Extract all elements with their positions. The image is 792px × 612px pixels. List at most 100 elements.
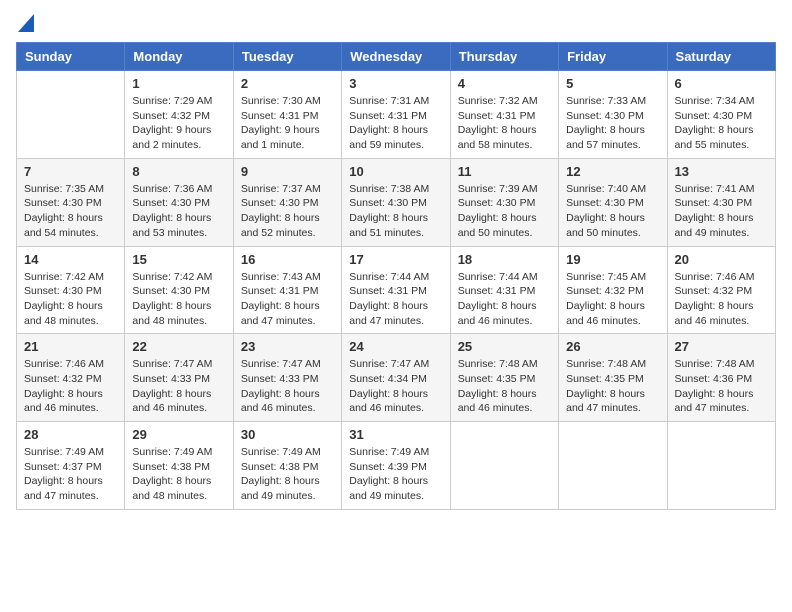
day-info: Sunrise: 7:49 AM Sunset: 4:38 PM Dayligh… <box>132 445 225 504</box>
logo <box>16 16 34 32</box>
day-info: Sunrise: 7:44 AM Sunset: 4:31 PM Dayligh… <box>458 270 551 329</box>
day-number: 24 <box>349 339 442 354</box>
day-number: 20 <box>675 252 768 267</box>
calendar-week-2: 7Sunrise: 7:35 AM Sunset: 4:30 PM Daylig… <box>17 158 776 246</box>
calendar-cell: 26 Sunrise: 7:48 AM Sunset: 4:35 PM Dayli… <box>559 334 667 422</box>
day-info: Sunrise: 7:30 AM Sunset: 4:31 PM Dayligh… <box>241 94 334 153</box>
calendar-cell: 2 Sunrise: 7:30 AM Sunset: 4:31 PM Daylig… <box>233 71 341 159</box>
calendar-cell: 14 Sunrise: 7:42 AM Sunset: 4:30 PM Dayli… <box>17 246 125 334</box>
day-info: Sunrise: 7:40 AM Sunset: 4:30 PM Dayligh… <box>566 182 659 241</box>
day-number: 11 <box>458 164 551 179</box>
day-number: 17 <box>349 252 442 267</box>
day-number: 12 <box>566 164 659 179</box>
day-number: 16 <box>241 252 334 267</box>
calendar-cell: 5 Sunrise: 7:33 AM Sunset: 4:30 PM Daylig… <box>559 71 667 159</box>
calendar-cell: 22 Sunrise: 7:47 AM Sunset: 4:33 PM Dayli… <box>125 334 233 422</box>
calendar-cell <box>450 422 558 510</box>
day-number: 2 <box>241 76 334 91</box>
day-number: 26 <box>566 339 659 354</box>
day-info: Sunrise: 7:43 AM Sunset: 4:31 PM Dayligh… <box>241 270 334 329</box>
calendar-cell: 21 Sunrise: 7:46 AM Sunset: 4:32 PM Dayli… <box>17 334 125 422</box>
day-number: 29 <box>132 427 225 442</box>
calendar-cell <box>559 422 667 510</box>
day-info: Sunrise: 7:48 AM Sunset: 4:35 PM Dayligh… <box>458 357 551 416</box>
calendar-cell: 12 Sunrise: 7:40 AM Sunset: 4:30 PM Dayli… <box>559 158 667 246</box>
day-number: 5 <box>566 76 659 91</box>
calendar-cell: 7Sunrise: 7:35 AM Sunset: 4:30 PM Daylig… <box>17 158 125 246</box>
calendar-cell: 10 Sunrise: 7:38 AM Sunset: 4:30 PM Dayli… <box>342 158 450 246</box>
weekday-header-wednesday: Wednesday <box>342 43 450 71</box>
day-number: 21 <box>24 339 117 354</box>
calendar-week-1: 1Sunrise: 7:29 AM Sunset: 4:32 PM Daylig… <box>17 71 776 159</box>
day-info: Sunrise: 7:38 AM Sunset: 4:30 PM Dayligh… <box>349 182 442 241</box>
day-info: Sunrise: 7:48 AM Sunset: 4:36 PM Dayligh… <box>675 357 768 416</box>
day-info: Sunrise: 7:49 AM Sunset: 4:37 PM Dayligh… <box>24 445 117 504</box>
calendar-cell: 8Sunrise: 7:36 AM Sunset: 4:30 PM Daylig… <box>125 158 233 246</box>
weekday-header-thursday: Thursday <box>450 43 558 71</box>
page-header <box>16 16 776 32</box>
day-number: 9 <box>241 164 334 179</box>
calendar-cell: 30 Sunrise: 7:49 AM Sunset: 4:38 PM Dayli… <box>233 422 341 510</box>
weekday-header-tuesday: Tuesday <box>233 43 341 71</box>
weekday-header-monday: Monday <box>125 43 233 71</box>
day-info: Sunrise: 7:41 AM Sunset: 4:30 PM Dayligh… <box>675 182 768 241</box>
day-info: Sunrise: 7:47 AM Sunset: 4:33 PM Dayligh… <box>132 357 225 416</box>
day-info: Sunrise: 7:31 AM Sunset: 4:31 PM Dayligh… <box>349 94 442 153</box>
day-info: Sunrise: 7:46 AM Sunset: 4:32 PM Dayligh… <box>24 357 117 416</box>
day-number: 30 <box>241 427 334 442</box>
calendar-cell: 19Sunrise: 7:45 AM Sunset: 4:32 PM Dayli… <box>559 246 667 334</box>
day-number: 7 <box>24 164 117 179</box>
calendar-cell <box>667 422 775 510</box>
calendar-cell: 28 Sunrise: 7:49 AM Sunset: 4:37 PM Dayli… <box>17 422 125 510</box>
day-number: 19 <box>566 252 659 267</box>
day-number: 23 <box>241 339 334 354</box>
calendar-cell: 29 Sunrise: 7:49 AM Sunset: 4:38 PM Dayli… <box>125 422 233 510</box>
weekday-header-saturday: Saturday <box>667 43 775 71</box>
calendar-cell: 17Sunrise: 7:44 AM Sunset: 4:31 PM Dayli… <box>342 246 450 334</box>
calendar-week-3: 14 Sunrise: 7:42 AM Sunset: 4:30 PM Dayli… <box>17 246 776 334</box>
day-number: 18 <box>458 252 551 267</box>
calendar-week-5: 28 Sunrise: 7:49 AM Sunset: 4:37 PM Dayli… <box>17 422 776 510</box>
day-info: Sunrise: 7:42 AM Sunset: 4:30 PM Dayligh… <box>132 270 225 329</box>
calendar-cell: 3Sunrise: 7:31 AM Sunset: 4:31 PM Daylig… <box>342 71 450 159</box>
calendar-table: SundayMondayTuesdayWednesdayThursdayFrid… <box>16 42 776 510</box>
day-number: 22 <box>132 339 225 354</box>
calendar-cell: 27 Sunrise: 7:48 AM Sunset: 4:36 PM Dayli… <box>667 334 775 422</box>
calendar-cell: 1Sunrise: 7:29 AM Sunset: 4:32 PM Daylig… <box>125 71 233 159</box>
calendar-cell: 11 Sunrise: 7:39 AM Sunset: 4:30 PM Dayli… <box>450 158 558 246</box>
day-info: Sunrise: 7:47 AM Sunset: 4:33 PM Dayligh… <box>241 357 334 416</box>
day-info: Sunrise: 7:39 AM Sunset: 4:30 PM Dayligh… <box>458 182 551 241</box>
calendar-cell: 31Sunrise: 7:49 AM Sunset: 4:39 PM Dayli… <box>342 422 450 510</box>
calendar-cell: 16 Sunrise: 7:43 AM Sunset: 4:31 PM Dayli… <box>233 246 341 334</box>
day-info: Sunrise: 7:34 AM Sunset: 4:30 PM Dayligh… <box>675 94 768 153</box>
calendar-cell <box>17 71 125 159</box>
day-info: Sunrise: 7:33 AM Sunset: 4:30 PM Dayligh… <box>566 94 659 153</box>
day-info: Sunrise: 7:49 AM Sunset: 4:38 PM Dayligh… <box>241 445 334 504</box>
logo-triangle-icon <box>18 14 34 32</box>
day-number: 14 <box>24 252 117 267</box>
calendar-cell: 20 Sunrise: 7:46 AM Sunset: 4:32 PM Dayli… <box>667 246 775 334</box>
day-number: 4 <box>458 76 551 91</box>
calendar-cell: 18 Sunrise: 7:44 AM Sunset: 4:31 PM Dayli… <box>450 246 558 334</box>
weekday-header-sunday: Sunday <box>17 43 125 71</box>
day-info: Sunrise: 7:42 AM Sunset: 4:30 PM Dayligh… <box>24 270 117 329</box>
calendar-cell: 15 Sunrise: 7:42 AM Sunset: 4:30 PM Dayli… <box>125 246 233 334</box>
day-number: 10 <box>349 164 442 179</box>
day-info: Sunrise: 7:32 AM Sunset: 4:31 PM Dayligh… <box>458 94 551 153</box>
day-info: Sunrise: 7:29 AM Sunset: 4:32 PM Dayligh… <box>132 94 225 153</box>
day-info: Sunrise: 7:48 AM Sunset: 4:35 PM Dayligh… <box>566 357 659 416</box>
weekday-header-friday: Friday <box>559 43 667 71</box>
calendar-cell: 24Sunrise: 7:47 AM Sunset: 4:34 PM Dayli… <box>342 334 450 422</box>
day-number: 31 <box>349 427 442 442</box>
day-number: 28 <box>24 427 117 442</box>
calendar-cell: 13 Sunrise: 7:41 AM Sunset: 4:30 PM Dayli… <box>667 158 775 246</box>
calendar-header-row: SundayMondayTuesdayWednesdayThursdayFrid… <box>17 43 776 71</box>
day-number: 8 <box>132 164 225 179</box>
day-number: 13 <box>675 164 768 179</box>
day-info: Sunrise: 7:46 AM Sunset: 4:32 PM Dayligh… <box>675 270 768 329</box>
calendar-cell: 25Sunrise: 7:48 AM Sunset: 4:35 PM Dayli… <box>450 334 558 422</box>
calendar-cell: 9Sunrise: 7:37 AM Sunset: 4:30 PM Daylig… <box>233 158 341 246</box>
calendar-cell: 6Sunrise: 7:34 AM Sunset: 4:30 PM Daylig… <box>667 71 775 159</box>
day-number: 15 <box>132 252 225 267</box>
day-number: 27 <box>675 339 768 354</box>
